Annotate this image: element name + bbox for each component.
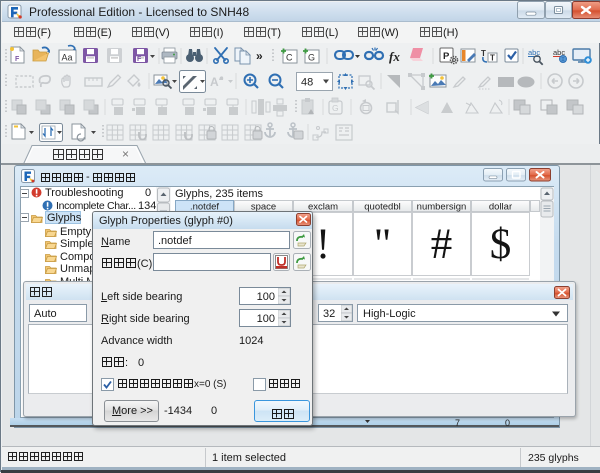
svg-text:F: F: [15, 56, 20, 63]
svg-text:C: C: [286, 53, 293, 63]
svg-text:#: #: [431, 221, 453, 268]
svg-text:G: G: [308, 53, 315, 63]
svg-text:P: P: [443, 51, 450, 62]
svg-text:7: 7: [455, 418, 460, 427]
svg-text:!: !: [316, 221, 330, 268]
svg-text:quotedbl: quotedbl: [364, 202, 400, 213]
svg-text:48: 48: [301, 77, 313, 89]
svg-text:": ": [374, 221, 392, 268]
svg-text:»: »: [256, 49, 263, 63]
svg-text:0: 0: [505, 418, 510, 427]
svg-text:F: F: [137, 56, 142, 63]
svg-text:fx: fx: [389, 49, 400, 64]
svg-text:T: T: [490, 54, 495, 63]
svg-text:exclam: exclam: [308, 202, 338, 213]
svg-text:dollar: dollar: [489, 202, 512, 213]
svg-text:T: T: [481, 49, 486, 58]
svg-text:A: A: [210, 75, 219, 89]
svg-text:$: $: [490, 221, 512, 268]
svg-text:Aa: Aa: [62, 53, 73, 63]
svg-text:G: G: [332, 103, 339, 113]
svg-text:numbersign: numbersign: [417, 202, 467, 213]
